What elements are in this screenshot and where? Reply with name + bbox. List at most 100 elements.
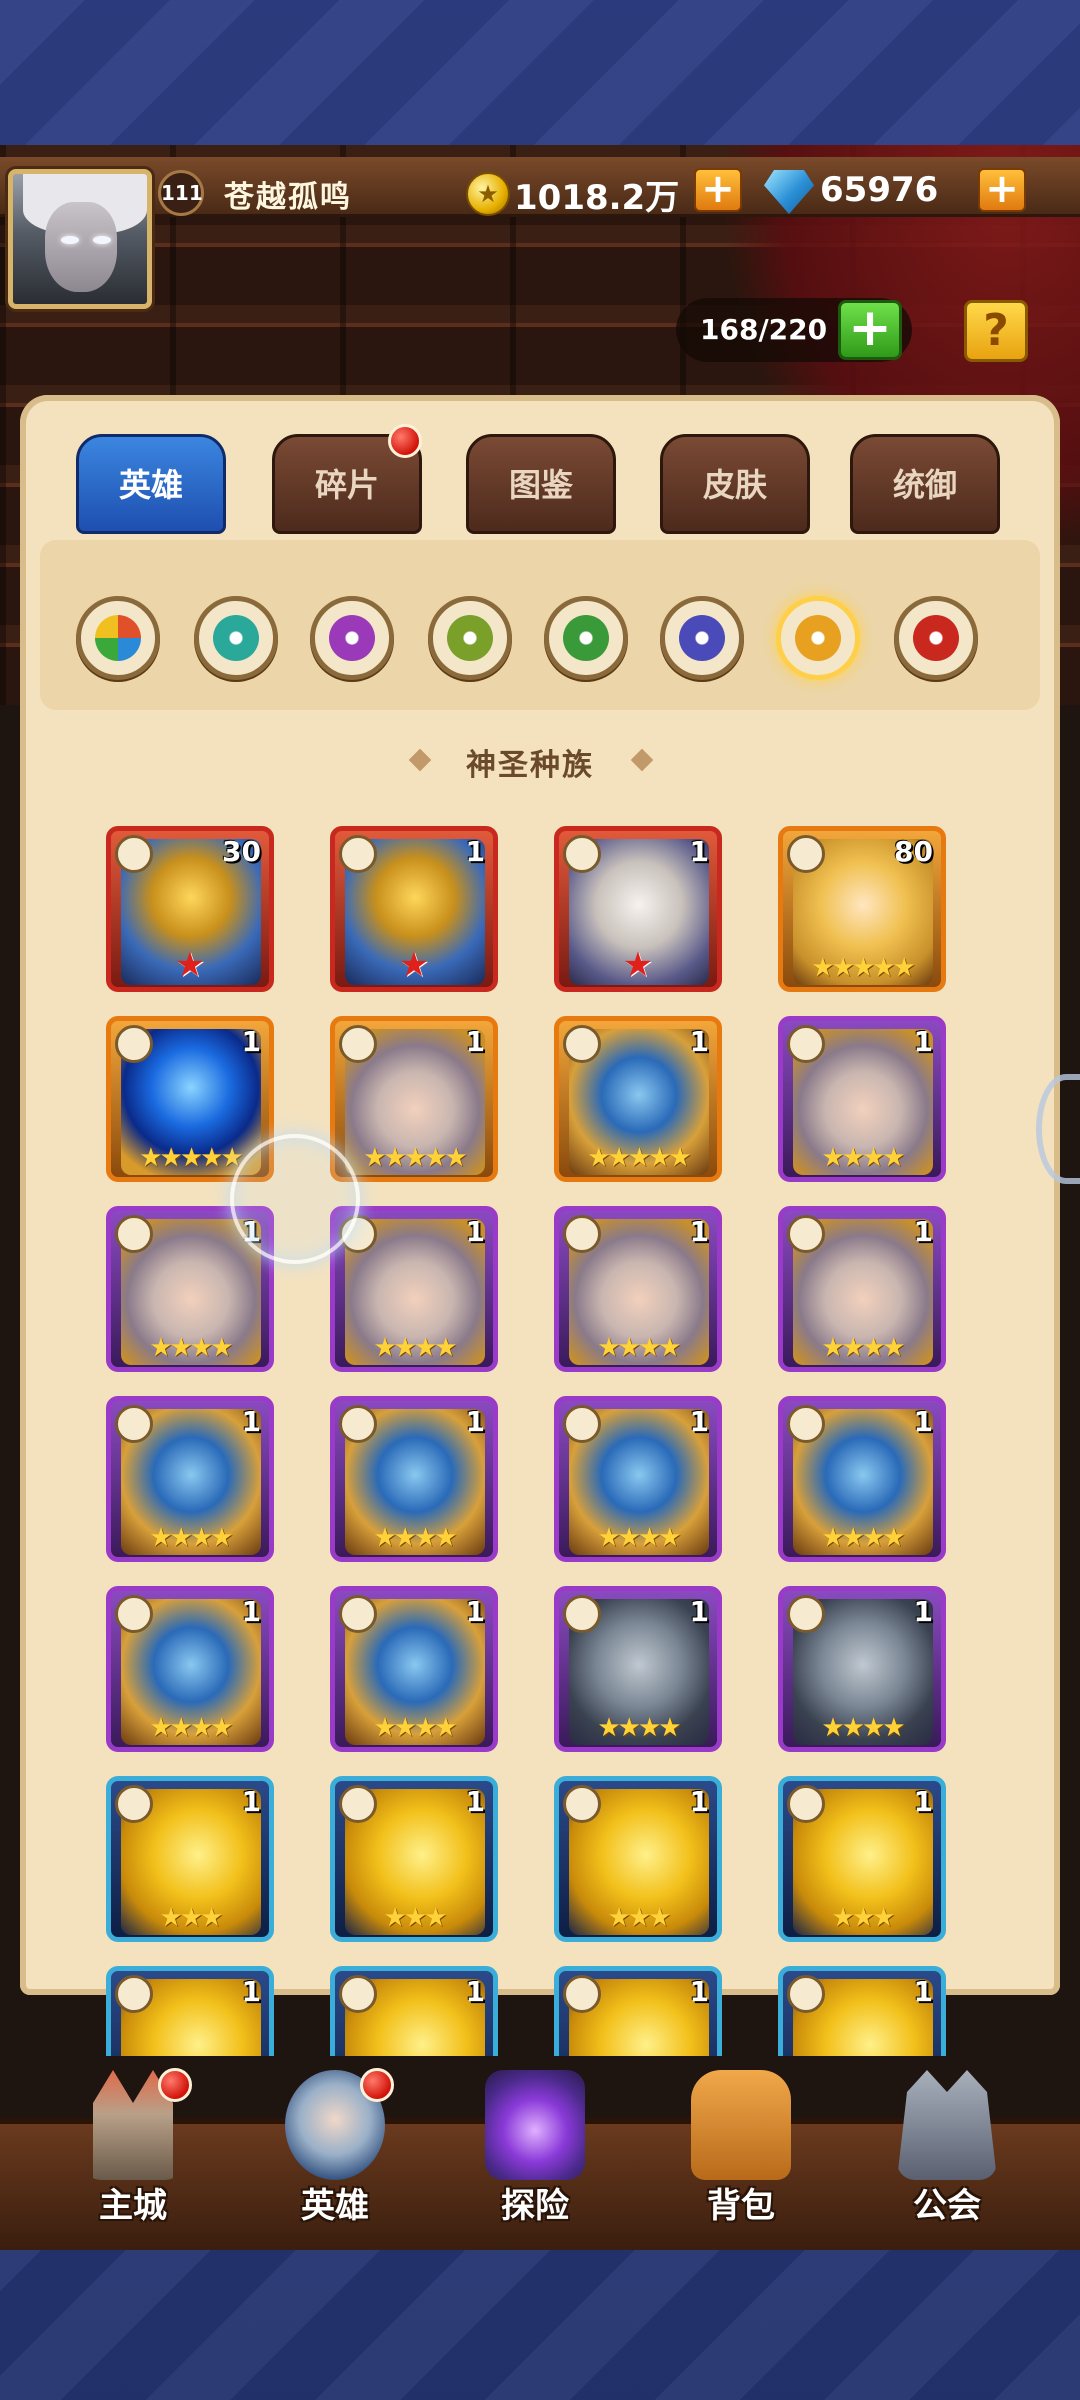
chaos-faction-button[interactable] [894,596,978,680]
player-avatar[interactable] [8,169,152,309]
hero-card[interactable]: 1 ★★★★ [778,1016,946,1182]
star-rating: ★★★★ [597,1333,681,1363]
add-gold-button[interactable]: + [694,168,742,212]
hero-card[interactable]: 1 ★★★ [778,1776,946,1942]
star-rating: ★★★★★ [811,953,916,983]
star-rating: ★★★★ [821,1523,905,1553]
hero-count: 1 [465,1025,485,1058]
all-factions-button[interactable] [76,596,160,680]
shadow-faction-button[interactable] [310,596,394,680]
hero-count: 1 [913,1025,933,1058]
hero-count: 1 [913,1785,933,1818]
nav-item-backpack[interactable]: 背包 [656,2070,826,2250]
holy-faction-icon [563,1215,601,1253]
hero-card[interactable]: 1 [778,1966,946,2056]
nav-item-castle[interactable]: 主城 [48,2068,218,2250]
hero-card[interactable]: 1 ★★★★ [554,1206,722,1372]
hero-count: 1 [241,1595,261,1628]
hero-count: 1 [465,1785,485,1818]
nature-faction-button[interactable] [544,596,628,680]
holy-faction-icon [787,1595,825,1633]
hero-card[interactable]: 1 ★★★★ [106,1586,274,1752]
holy-faction-icon [339,1025,377,1063]
add-gems-button[interactable]: + [978,168,1026,212]
star-rating: ★★★ [607,1903,672,1933]
hero-card[interactable]: 1 ★★★★ [330,1586,498,1752]
tab-heroes[interactable]: 英雄 [76,434,226,534]
hero-card[interactable]: 1 ★★★★ [554,1586,722,1752]
nature-faction-icon [563,615,609,661]
holy-faction-icon [563,1025,601,1063]
hero-count: 1 [465,1595,485,1628]
forest-faction-button[interactable] [194,596,278,680]
hero-count: 1 [689,1595,709,1628]
hero-count: 30 [222,835,261,868]
help-icon[interactable]: ? [964,300,1028,362]
nav-item-guild[interactable]: 公会 [862,2070,1032,2250]
abyss-faction-button[interactable] [660,596,744,680]
hero-count: 1 [241,1405,261,1438]
hero-card[interactable]: 1 ★ [554,826,722,992]
hero-card[interactable]: 1 ★★★ [554,1776,722,1942]
tab-codex[interactable]: 图鉴 [466,434,616,534]
red-star-icon: ★ [622,945,654,985]
abyss-faction-icon [679,615,725,661]
star-rating: ★★★ [383,1903,448,1933]
hero-card[interactable]: 30 ★ [106,826,274,992]
hero-card[interactable]: 1 ★★★★ [106,1396,274,1562]
guild-icon [897,2070,997,2180]
avatar-eye-left [61,236,79,244]
holy-faction-icon [339,1405,377,1443]
hero-card[interactable]: 80 ★★★★★ [778,826,946,992]
hero-card[interactable]: 1 ★★★★ [778,1586,946,1752]
hero-card[interactable]: 1 [554,1966,722,2056]
hero-count: 1 [241,1975,261,2008]
gold-coin-icon: ★ [466,172,510,216]
holy-faction-icon [339,1595,377,1633]
hero-card[interactable]: 1 ★★★ [330,1776,498,1942]
notification-dot [360,2068,394,2102]
hero-count: 1 [689,1975,709,2008]
holy-faction-icon [115,1025,153,1063]
holy-faction-icon [339,1785,377,1823]
fortress-faction-button[interactable] [428,596,512,680]
hero-card[interactable]: 1 [330,1966,498,2056]
hero-count: 1 [465,1215,485,1248]
holy-faction-icon [787,1025,825,1063]
holy-faction-icon [339,835,377,873]
red-star-icon: ★ [174,945,206,985]
holy-faction-button[interactable] [776,596,860,680]
holy-faction-icon [115,835,153,873]
nav-item-hero[interactable]: 英雄 [250,2068,420,2250]
hero-count: 1 [913,1595,933,1628]
hero-card[interactable]: 1 [106,1966,274,2056]
hero-card[interactable]: 1 ★★★★ [554,1396,722,1562]
nav-label: 主城 [99,2186,167,2226]
tab-skins[interactable]: 皮肤 [660,434,810,534]
hero-count: 1 [465,1405,485,1438]
star-rating: ★★★★ [149,1713,233,1743]
nav-label: 英雄 [301,2186,369,2226]
hero-card[interactable]: 1 ★ [330,826,498,992]
star-rating: ★★★★ [373,1713,457,1743]
nav-label: 背包 [707,2186,775,2226]
holy-faction-icon [115,1215,153,1253]
hero-count: 1 [241,1025,261,1058]
all-factions-icon [95,615,141,661]
holy-faction-icon [787,1215,825,1253]
hero-card[interactable]: 1 ★★★★ [330,1206,498,1372]
expand-capacity-button[interactable]: + [838,300,902,360]
hero-card[interactable]: 1 ★★★ [106,1776,274,1942]
star-rating: ★★★★★ [363,1143,468,1173]
hero-count: 1 [689,1785,709,1818]
hero-card[interactable]: 1 ★★★★ [330,1396,498,1562]
hero-card[interactable]: 1 ★★★★ [778,1396,946,1562]
tab-command[interactable]: 统御 [850,434,1000,534]
faction-filter-bar [40,540,1040,710]
holy-faction-icon [563,1405,601,1443]
hero-card[interactable]: 1 ★★★★★ [554,1016,722,1182]
chaos-faction-icon [913,615,959,661]
hero-card[interactable]: 1 ★★★★★ [330,1016,498,1182]
nav-item-portal[interactable]: 探险 [450,2070,620,2250]
hero-card[interactable]: 1 ★★★★ [778,1206,946,1372]
